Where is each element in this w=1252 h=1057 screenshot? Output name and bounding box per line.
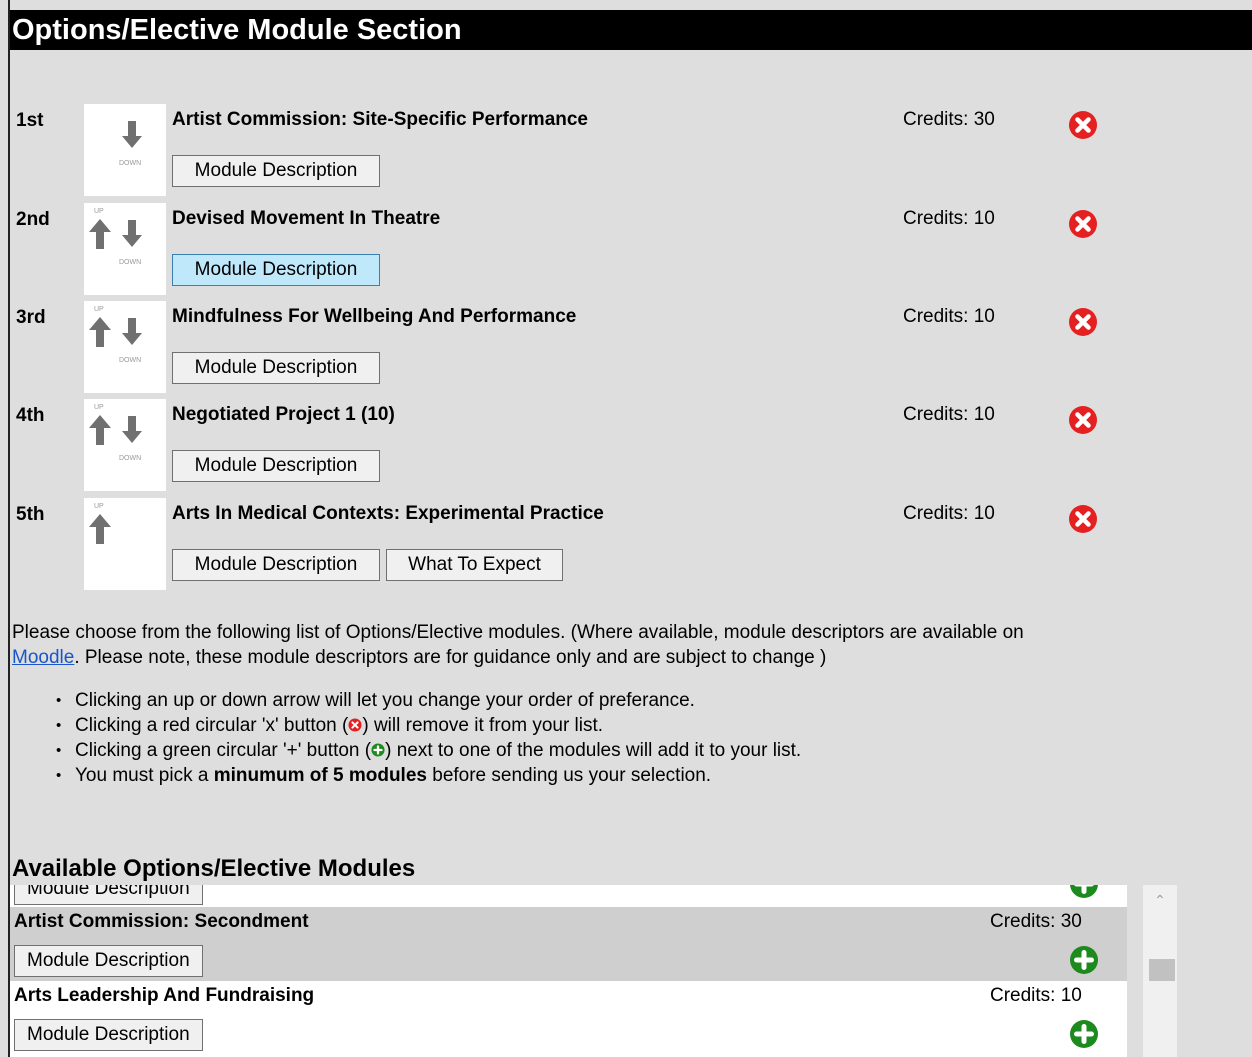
available-module-row: Artist Commission: Secondment Credits: 3… [10, 907, 1127, 981]
module-credits: Credits: 10 [903, 208, 995, 229]
close-circle-icon[interactable] [1068, 209, 1098, 239]
module-description-button[interactable]: Module Description [172, 254, 380, 286]
module-title: Arts In Medical Contexts: Experimental P… [172, 503, 604, 524]
what-to-expect-button[interactable]: What To Expect [386, 549, 563, 581]
intro-text: Please choose from the following list of… [12, 622, 1024, 668]
reorder-arrows: UP DOWN [84, 301, 166, 393]
close-circle-icon[interactable] [1068, 110, 1098, 140]
chevron-up-icon[interactable]: ⌃ [1143, 885, 1177, 915]
available-module-row: Arts Leadership And Fundraising Credits:… [10, 981, 1127, 1055]
reorder-arrows: UP [84, 498, 166, 590]
module-title: Negotiated Project 1 (10) [172, 404, 395, 425]
module-title: Mindfulness For Wellbeing And Performanc… [172, 306, 577, 327]
module-credits: Credits: 10 [903, 503, 995, 524]
available-module-title: Arts Leadership And Fundraising [14, 985, 315, 1006]
selected-module-row: 2nd UP DOWN Devised Movement In Theatre Cred… [10, 203, 1252, 295]
available-module-credits: Credits: 10 [990, 985, 1082, 1006]
svg-text:UP: UP [94, 503, 104, 510]
module-credits: Credits: 30 [903, 109, 995, 130]
moodle-link[interactable]: Moodle [12, 647, 74, 668]
module-credits: Credits: 10 [903, 306, 995, 327]
preference-position: 3rd [16, 307, 46, 328]
svg-text:DOWN: DOWN [119, 357, 141, 364]
available-module-title: Artist Commission: Secondment [14, 911, 309, 932]
selected-module-row: 3rd UP DOWN Mindfulness For Wellbeing And P… [10, 301, 1252, 393]
module-title: Devised Movement In Theatre [172, 208, 441, 229]
section-header: Options/Elective Module Section [10, 10, 1252, 50]
selected-module-row: 4th UP DOWN Negotiated Project 1 (10) Credit… [10, 399, 1252, 491]
selected-module-row: 5th UP Arts In Medical Contexts: Experimen… [10, 498, 1252, 590]
plus-circle-icon[interactable] [1069, 1019, 1099, 1049]
module-description-button[interactable]: Module Description [172, 450, 380, 482]
module-description-button[interactable]: Module Description [172, 155, 380, 187]
plus-circle-icon[interactable] [1069, 885, 1099, 899]
available-modules-list[interactable]: Module Description Artist Commission: Se… [10, 885, 1127, 1057]
plus-circle-icon [371, 743, 385, 757]
preference-position: 1st [16, 110, 44, 131]
instruction-item: Clicking a green circular '+' button () … [56, 738, 801, 763]
svg-text:DOWN: DOWN [119, 259, 141, 266]
instruction-item: Clicking a red circular 'x' button () wi… [56, 713, 801, 738]
module-description-button[interactable]: Module Description [14, 1019, 203, 1051]
available-module-credits: Credits: 30 [990, 911, 1082, 932]
reorder-arrows: UP DOWN [84, 399, 166, 491]
close-circle-icon[interactable] [1068, 307, 1098, 337]
module-description-button[interactable]: Module Description [172, 352, 380, 384]
close-circle-icon[interactable] [1068, 504, 1098, 534]
preference-position: 5th [16, 504, 45, 525]
module-description-button[interactable]: Module Description [172, 549, 380, 581]
instruction-item: Clicking an up or down arrow will let yo… [56, 688, 801, 713]
list-scrollbar[interactable]: ⌃ [1143, 885, 1177, 1057]
plus-circle-icon[interactable] [1069, 945, 1099, 975]
module-description-button[interactable]: Module Description [14, 885, 203, 905]
instructions-list: Clicking an up or down arrow will let yo… [56, 688, 801, 788]
reorder-arrows: UP DOWN [84, 203, 166, 295]
close-circle-icon[interactable] [1068, 405, 1098, 435]
reorder-arrows: DOWN [84, 104, 166, 196]
preference-position: 2nd [16, 209, 50, 230]
close-circle-icon [348, 718, 362, 732]
svg-text:DOWN: DOWN [119, 160, 141, 167]
module-description-button[interactable]: Module Description [14, 945, 203, 977]
module-credits: Credits: 10 [903, 404, 995, 425]
scrollbar-thumb[interactable] [1149, 959, 1175, 981]
svg-text:DOWN: DOWN [119, 455, 141, 462]
module-title: Artist Commission: Site-Specific Perform… [172, 109, 588, 130]
selected-module-row: 1st DOWN Artist Commission: Site-Specific … [10, 104, 1252, 196]
instruction-item: You must pick a minumum of 5 modules bef… [56, 763, 801, 788]
preference-position: 4th [16, 405, 45, 426]
available-modules-title: Available Options/Elective Modules [12, 855, 416, 882]
